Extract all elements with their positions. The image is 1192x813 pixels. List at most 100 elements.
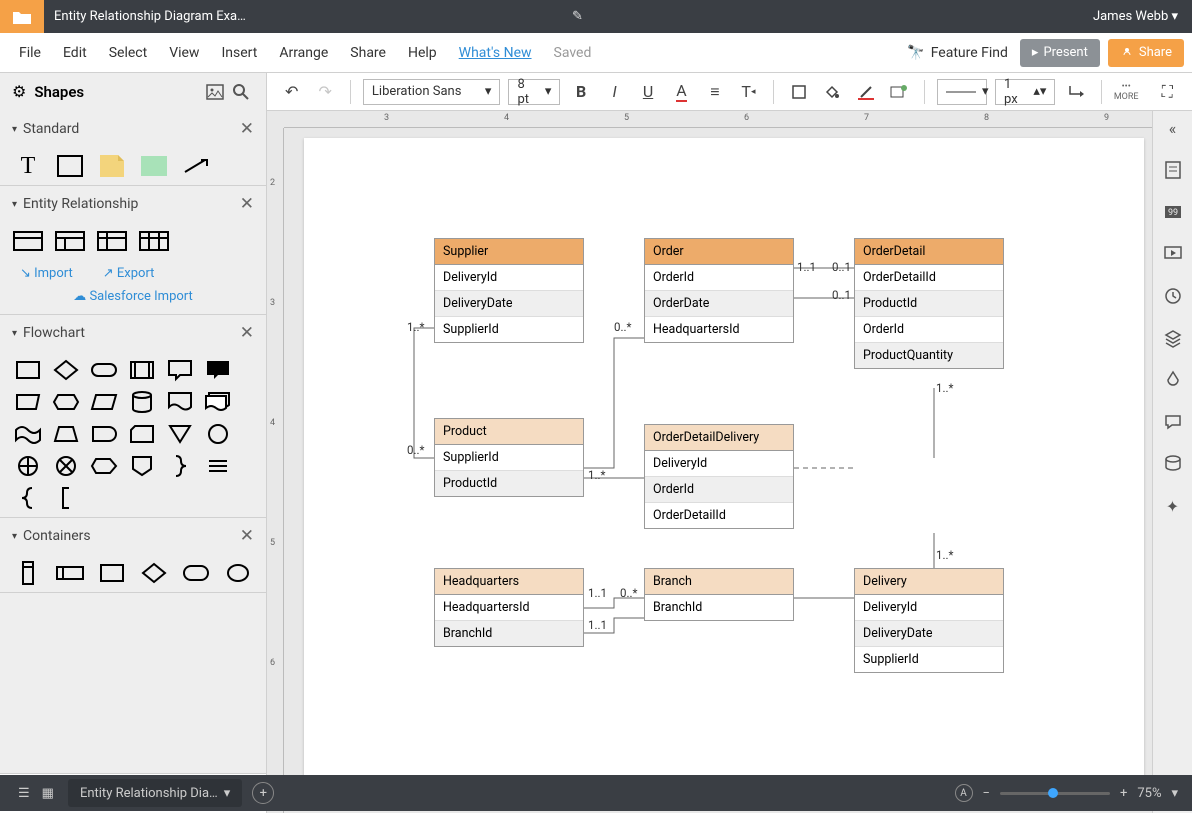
fc-terminator[interactable]: [90, 359, 118, 381]
block-shape[interactable]: [140, 155, 168, 177]
close-icon[interactable]: ✕: [240, 194, 254, 214]
canvas[interactable]: Supplier DeliveryId DeliveryDate Supplie…: [284, 128, 1152, 796]
shape-style-icon[interactable]: [887, 79, 912, 105]
text-color-icon[interactable]: A: [669, 79, 694, 105]
entity-product[interactable]: Product SupplierId ProductId: [434, 418, 584, 497]
autosave-icon[interactable]: A: [955, 784, 973, 802]
er-shape-1[interactable]: [14, 230, 42, 252]
cat-er[interactable]: ▾Entity Relationship✕: [0, 186, 266, 222]
fc-lines[interactable]: [204, 455, 232, 477]
close-icon[interactable]: ✕: [240, 119, 254, 139]
er-shape-3[interactable]: [98, 230, 126, 252]
cont-3[interactable]: [98, 562, 126, 584]
fc-brace-l[interactable]: [14, 487, 42, 509]
fullscreen-icon[interactable]: ⛶: [1155, 79, 1180, 105]
er-import[interactable]: ↘ Import: [20, 266, 73, 281]
share-button[interactable]: Share: [1108, 39, 1184, 67]
edit-title-icon[interactable]: ✎: [572, 9, 583, 24]
fc-offpage[interactable]: [128, 455, 156, 477]
menu-edit[interactable]: Edit: [52, 45, 98, 61]
zoom-out-icon[interactable]: −: [983, 786, 990, 801]
fc-db[interactable]: [128, 391, 156, 413]
entity-supplier[interactable]: Supplier DeliveryId DeliveryDate Supplie…: [434, 238, 584, 343]
fc-card[interactable]: [128, 423, 156, 445]
cont-4[interactable]: [140, 562, 168, 584]
line-style-select[interactable]: ▾: [937, 79, 987, 105]
fc-callout2[interactable]: [204, 359, 232, 381]
er-shape-4[interactable]: [140, 230, 168, 252]
grid-view-icon[interactable]: ▦: [36, 786, 60, 801]
fc-sum[interactable]: [14, 455, 42, 477]
zoom-level[interactable]: 75%: [1137, 786, 1161, 801]
collapse-icon[interactable]: «: [1162, 117, 1184, 139]
size-select[interactable]: 8 pt ▾: [508, 79, 560, 105]
feature-find[interactable]: 🔭Feature Find: [907, 45, 1008, 61]
fc-brace-r[interactable]: [166, 455, 194, 477]
fill-icon[interactable]: [820, 79, 845, 105]
er-shape-2[interactable]: [56, 230, 84, 252]
zoom-dropdown-icon[interactable]: ▾: [1171, 786, 1178, 801]
fc-rect[interactable]: [14, 359, 42, 381]
cont-5[interactable]: [182, 562, 210, 584]
crop-icon[interactable]: [786, 79, 811, 105]
cont-1[interactable]: [14, 562, 42, 584]
menu-help[interactable]: Help: [397, 45, 448, 61]
cont-2[interactable]: [56, 562, 84, 584]
fc-wave[interactable]: [14, 423, 42, 445]
fc-tri[interactable]: [166, 423, 194, 445]
image-icon[interactable]: [202, 79, 228, 105]
align-icon[interactable]: ≡: [702, 79, 727, 105]
menu-arrange[interactable]: Arrange: [268, 45, 339, 61]
fc-diamond[interactable]: [52, 359, 80, 381]
undo-icon[interactable]: ↶: [279, 79, 304, 105]
add-page-button[interactable]: +: [252, 782, 274, 804]
drop-icon[interactable]: [1162, 369, 1184, 391]
search-icon[interactable]: [228, 79, 254, 105]
doc-title[interactable]: Entity Relationship Diagram Exa…: [44, 9, 564, 24]
text-shape[interactable]: T: [14, 155, 42, 177]
note-shape[interactable]: [98, 155, 126, 177]
fc-predef[interactable]: [128, 359, 156, 381]
cat-containers[interactable]: ▾Containers✕: [0, 518, 266, 554]
folder-icon[interactable]: [0, 0, 44, 33]
magic-icon[interactable]: ✦: [1162, 495, 1184, 517]
close-icon[interactable]: ✕: [240, 526, 254, 546]
menu-file[interactable]: File: [8, 45, 52, 61]
present-icon[interactable]: [1162, 243, 1184, 265]
present-button[interactable]: ▸ Present: [1020, 39, 1100, 67]
menu-select[interactable]: Select: [98, 45, 158, 61]
cat-standard[interactable]: ▾Standard✕: [0, 111, 266, 147]
more-button[interactable]: •••MORE: [1114, 82, 1139, 102]
history-icon[interactable]: [1162, 285, 1184, 307]
list-view-icon[interactable]: ☰: [12, 786, 36, 801]
fc-delay[interactable]: [90, 423, 118, 445]
zoom-in-icon[interactable]: +: [1120, 786, 1127, 801]
layers-icon[interactable]: [1162, 327, 1184, 349]
cont-6[interactable]: [224, 562, 252, 584]
comment-icon[interactable]: 99: [1162, 201, 1184, 223]
line-shape-icon[interactable]: [1063, 79, 1088, 105]
er-export[interactable]: ↗ Export: [103, 266, 155, 281]
underline-icon[interactable]: U: [635, 79, 660, 105]
chat-icon[interactable]: [1162, 411, 1184, 433]
cat-flowchart[interactable]: ▾Flowchart✕: [0, 315, 266, 351]
line-width-select[interactable]: 1 px ▴▾: [995, 79, 1055, 105]
menu-share[interactable]: Share: [339, 45, 397, 61]
fc-manual[interactable]: [14, 391, 42, 413]
doc-icon[interactable]: [1162, 159, 1184, 181]
fc-hex[interactable]: [52, 391, 80, 413]
fc-para[interactable]: [90, 391, 118, 413]
close-icon[interactable]: ✕: [240, 323, 254, 343]
fc-multidoc[interactable]: [204, 391, 232, 413]
zoom-slider[interactable]: [1000, 792, 1110, 795]
fc-doc[interactable]: [166, 391, 194, 413]
sf-import[interactable]: ☁ Salesforce Import: [73, 289, 193, 304]
rect-shape[interactable]: [56, 155, 84, 177]
entity-order[interactable]: Order OrderId OrderDate HeadquartersId: [644, 238, 794, 343]
entity-odd[interactable]: OrderDetailDelivery DeliveryId OrderId O…: [644, 424, 794, 529]
menu-insert[interactable]: Insert: [210, 45, 268, 61]
text-tool-icon[interactable]: T◂: [736, 79, 761, 105]
entity-delivery[interactable]: Delivery DeliveryId DeliveryDate Supplie…: [854, 568, 1004, 673]
bold-icon[interactable]: B: [568, 79, 593, 105]
fc-display[interactable]: [90, 455, 118, 477]
